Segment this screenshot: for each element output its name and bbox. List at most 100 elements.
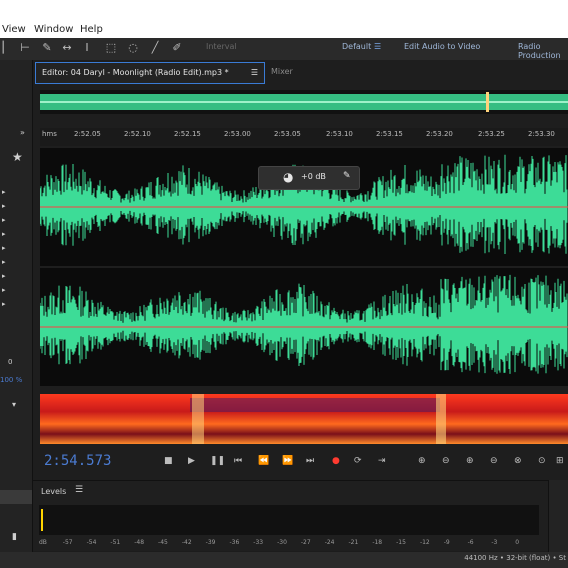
effect-row-1[interactable]: ▸	[2, 188, 6, 196]
tool-icon[interactable]: ▏	[0, 41, 14, 55]
value-label: 0	[8, 358, 13, 366]
marquee-tool-icon[interactable]: ⬚	[104, 41, 118, 55]
gain-label: +0 dB	[301, 172, 326, 181]
time-selection-tool-icon[interactable]: I	[80, 41, 94, 55]
rewind-button[interactable]: ⏪	[258, 456, 269, 466]
zoom-out-amplitude-icon[interactable]: ⊖	[442, 456, 450, 466]
level-scale-label: -3	[491, 539, 498, 546]
overview-waveform[interactable]	[40, 90, 568, 114]
tab-menu-icon[interactable]: ☰	[251, 63, 258, 83]
effect-row-4[interactable]: ▸	[2, 230, 6, 238]
workspace-edit-audio-to-video[interactable]: Edit Audio to Video	[404, 42, 480, 51]
skip-selection-button[interactable]: ⇥	[378, 456, 386, 466]
workspace-default[interactable]: Default	[342, 42, 371, 51]
loop-button[interactable]: ⟳	[354, 456, 362, 466]
stop-button[interactable]: ■	[164, 456, 173, 466]
razor-tool-icon[interactable]: ✎	[40, 41, 54, 55]
effect-row-3[interactable]: ▸	[2, 216, 6, 224]
tab-editor[interactable]: Editor: 04 Daryl - Moonlight (Radio Edit…	[35, 62, 265, 84]
level-scale-label: 0	[515, 539, 520, 546]
zoom-tool-icon[interactable]: ⊞	[556, 456, 564, 466]
ruler-tick: 2:53.00	[224, 130, 251, 138]
interval-label: Interval	[206, 42, 237, 51]
dropdown-chevron-icon[interactable]: ▾	[12, 400, 16, 409]
level-scale-label: -42	[181, 539, 192, 546]
zoom-out-time-icon[interactable]: ⊖	[490, 456, 498, 466]
time-ruler[interactable]: hms 2:52.05 2:52.10 2:52.15 2:53.00 2:53…	[40, 128, 568, 146]
level-scale-label: -27	[300, 539, 311, 546]
level-scale-label: -15	[396, 539, 406, 546]
play-button[interactable]: ▶	[188, 456, 195, 466]
toolbar: ▏ ⊢ ✎ ↔ I ⬚ ◌ ╱ ✐ Interval Default ☰ Edi…	[0, 38, 568, 61]
zoom-in-time-icon[interactable]: ⊕	[466, 456, 474, 466]
record-button[interactable]: ●	[332, 456, 340, 466]
ruler-tick: 2:53.25	[478, 130, 505, 138]
brush-tool-icon[interactable]: ╱	[148, 41, 162, 55]
levels-menu-icon[interactable]: ☰	[75, 485, 83, 495]
ruler-tick: 2:53.20	[426, 130, 453, 138]
zoom-selection-icon[interactable]: ⊙	[538, 456, 546, 466]
favorite-star-icon[interactable]: ★	[12, 150, 23, 164]
move-tool-icon[interactable]: ⊢	[18, 41, 32, 55]
effect-row-6[interactable]: ▸	[2, 258, 6, 266]
effect-row-7[interactable]: ▸	[2, 272, 6, 280]
gain-hud[interactable]: ◕ +0 dB ✎	[258, 166, 360, 190]
level-scale-label: -21	[348, 539, 359, 546]
tab-mixer[interactable]: Mixer	[265, 62, 299, 82]
menu-help[interactable]: Help	[80, 24, 103, 35]
right-panel-edge	[548, 480, 568, 552]
level-scale-label: -6	[467, 539, 474, 546]
menu-view[interactable]: View	[2, 24, 26, 35]
zoom-in-amplitude-icon[interactable]: ⊕	[418, 456, 426, 466]
level-scale-label: -9	[443, 539, 450, 546]
ruler-tick: 2:53.15	[376, 130, 403, 138]
levels-title: Levels	[41, 487, 67, 496]
ruler-tick: 2:52.10	[124, 130, 151, 138]
workspace-radio-production[interactable]: Radio Production	[518, 42, 568, 60]
level-scale-label: -24	[324, 539, 335, 546]
effect-row-8[interactable]: ▸	[2, 286, 6, 294]
pause-button[interactable]: ❚❚	[210, 456, 225, 466]
panel-expand-icon[interactable]: »	[20, 128, 25, 137]
lasso-tool-icon[interactable]: ◌	[126, 41, 140, 55]
ruler-tick: 2:52.05	[74, 130, 101, 138]
waveform-channel-right[interactable]	[39, 268, 568, 386]
zoom-full-icon[interactable]: ⊗	[514, 456, 522, 466]
slip-tool-icon[interactable]: ↔	[60, 41, 74, 55]
level-scale-label: -33	[253, 539, 264, 546]
fast-forward-button[interactable]: ⏩	[282, 456, 293, 466]
skip-to-start-button[interactable]: ⏮	[234, 456, 242, 466]
level-scale-label: -48	[134, 539, 145, 546]
level-scale-label: dB	[39, 539, 47, 546]
level-scale-label: -36	[229, 539, 240, 546]
left-panel: » ★ ▸ ▸ ▸ ▸ ▸ ▸ ▸ ▸ ▸ 0 100 % ▾ ▮	[0, 60, 33, 568]
tab-editor-label: Editor: 04 Daryl - Moonlight (Radio Edit…	[42, 68, 229, 77]
panel-field[interactable]	[0, 490, 32, 504]
spectral-display[interactable]	[40, 394, 568, 444]
transport-bar	[33, 448, 568, 476]
pin-icon[interactable]: ✎	[343, 171, 351, 181]
effect-row-9[interactable]: ▸	[2, 300, 6, 308]
trash-icon[interactable]: ▮	[12, 532, 17, 542]
status-text: 44100 Hz • 32-bit (float) • St	[464, 554, 566, 562]
ruler-tick: hms	[42, 130, 57, 138]
level-scale-label: -30	[277, 539, 287, 546]
level-scale: dB -57 -54 -51 -48 -45 -42 -39 -36 -33 -30 -27 -24 -2…	[39, 539, 539, 549]
ruler-tick: 2:52.15	[174, 130, 201, 138]
skip-to-end-button[interactable]: ⏭	[306, 456, 314, 466]
level-scale-label: -12	[419, 539, 430, 546]
level-scale-label: -18	[372, 539, 383, 546]
level-scale-label: -57	[62, 539, 73, 546]
editor-tabs: Editor: 04 Daryl - Moonlight (Radio Edit…	[33, 62, 568, 84]
workspace-menu-icon[interactable]: ☰	[374, 42, 381, 51]
menu-window[interactable]: Window	[34, 24, 73, 35]
timecode-display: 2:54.573	[44, 453, 112, 469]
levels-panel: Levels ☰ dB -57 -54 -51 -48 -45 -42 -39 -36 -33 -3…	[33, 480, 548, 551]
gain-knob-icon[interactable]: ◕	[283, 170, 293, 184]
effect-row-2[interactable]: ▸	[2, 202, 6, 210]
effect-row-5[interactable]: ▸	[2, 244, 6, 252]
percent-label[interactable]: 100 %	[0, 376, 22, 384]
spot-healing-tool-icon[interactable]: ✐	[170, 41, 184, 55]
overview-playhead	[486, 92, 489, 112]
menu-bar: View Window Help	[0, 0, 568, 38]
